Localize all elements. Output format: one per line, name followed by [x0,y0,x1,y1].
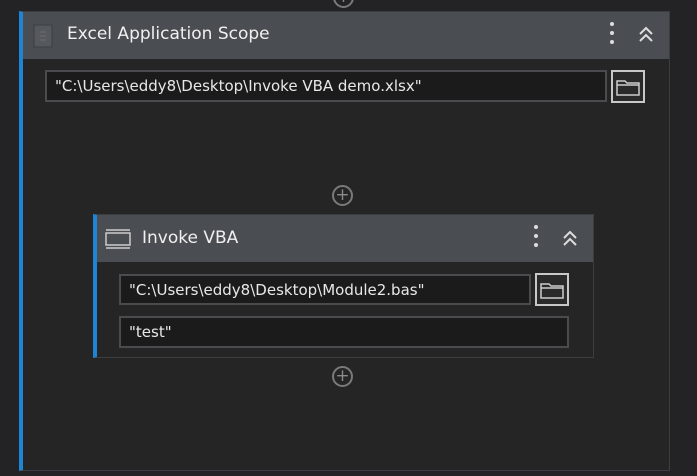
scope-title: Excel Application Scope [67,24,270,44]
invoke-vba-header[interactable]: Invoke VBA [97,215,593,262]
add-activity-icon[interactable]: + [332,366,353,387]
folder-icon [540,282,564,299]
excel-file-icon [33,24,53,48]
browse-code-file-button[interactable] [535,273,569,306]
more-options-icon[interactable] [610,22,614,44]
code-file-path-input[interactable]: "C:\Users\eddy8\Desktop\Module2.bas" [119,274,531,305]
invoke-vba-activity[interactable]: Invoke VBA "C:\Users\eddy8\Desktop\Modul… [93,214,594,358]
folder-icon [616,79,640,96]
entry-method-input[interactable]: "test" [119,316,569,348]
more-options-icon[interactable] [534,225,538,247]
collapse-icon[interactable] [638,26,654,44]
window-icon [105,229,131,249]
scope-header[interactable]: Excel Application Scope [23,12,669,59]
invoke-vba-title: Invoke VBA [142,228,239,248]
browse-workbook-button[interactable] [611,70,645,103]
add-activity-top-icon[interactable]: + [333,0,354,8]
collapse-icon[interactable] [562,230,578,248]
workbook-path-input[interactable]: "C:\Users\eddy8\Desktop\Invoke VBA demo.… [45,70,607,102]
add-activity-icon[interactable]: + [332,185,353,206]
